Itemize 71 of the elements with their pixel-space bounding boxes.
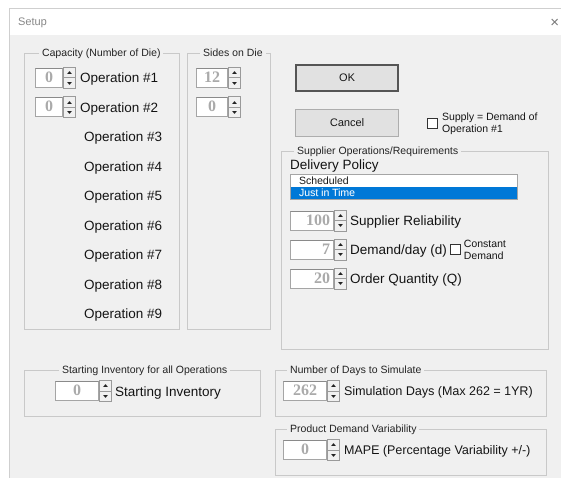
number-field[interactable]: 20	[290, 268, 334, 288]
spin-button[interactable]	[99, 380, 112, 402]
group-title: Starting Inventory for all Operations	[61, 364, 228, 376]
number-field[interactable]: 0	[283, 440, 327, 460]
group-title: Sides on Die	[202, 47, 264, 59]
operation-label: Operation #8	[84, 276, 162, 292]
list-item[interactable]: Just in Time	[291, 187, 517, 199]
field-label: Supplier Reliability	[350, 213, 462, 228]
field-label: Simulation Days (Max 262 = 1YR)	[344, 384, 533, 398]
number-field[interactable]: 0	[35, 68, 63, 88]
up-arrow-icon	[331, 443, 336, 446]
down-arrow-icon	[103, 394, 108, 398]
group-title: Number of Days to Simulate	[289, 364, 422, 376]
spin-button[interactable]	[63, 96, 76, 118]
number-field[interactable]: 7	[290, 240, 334, 260]
down-arrow-icon	[67, 82, 72, 84]
cancel-button[interactable]: Cancel	[295, 109, 399, 137]
number-field[interactable]: 12	[196, 68, 228, 88]
up-arrow-icon	[232, 100, 237, 104]
spin-button[interactable]	[327, 439, 340, 461]
down-arrow-icon	[338, 253, 343, 256]
up-arrow-icon	[338, 214, 343, 217]
operation-label: Operation #2	[80, 100, 158, 115]
group-title: Capacity (Number of Die)	[41, 47, 162, 59]
down-arrow-icon	[338, 282, 343, 286]
group-title: Product Demand Variability	[289, 423, 418, 435]
operation-label: Operation #1	[80, 70, 158, 86]
checkbox[interactable]	[450, 244, 461, 255]
close-button[interactable]: ×	[550, 14, 559, 30]
up-arrow-icon	[338, 242, 343, 246]
up-arrow-icon	[67, 71, 72, 74]
down-arrow-icon	[232, 111, 237, 114]
spin-button[interactable]	[228, 66, 241, 89]
operation-label: Operation #3	[84, 129, 162, 144]
number-field[interactable]: 262	[283, 381, 327, 401]
spin-button[interactable]	[228, 96, 241, 118]
operation-label: Operation #9	[84, 306, 162, 322]
checkbox[interactable]	[427, 118, 438, 128]
up-arrow-icon	[67, 100, 72, 104]
field-label: Order Quantity (Q)	[350, 271, 462, 286]
ok-button[interactable]: OK	[295, 64, 399, 92]
number-field[interactable]: 0	[35, 97, 63, 118]
spin-button[interactable]	[63, 66, 76, 89]
operation-label: Operation #7	[84, 247, 162, 262]
spin-button[interactable]	[334, 210, 347, 232]
down-arrow-icon	[331, 394, 336, 398]
operation-label: Operation #6	[84, 218, 162, 233]
field-label: MAPE (Percentage Variability +/-)	[344, 443, 530, 457]
spin-button[interactable]	[327, 380, 340, 402]
operation-label: Operation #5	[84, 188, 162, 204]
number-field[interactable]: 0	[55, 381, 99, 401]
delivery-policy-label: Delivery Policy	[290, 157, 380, 172]
down-arrow-icon	[338, 224, 343, 228]
number-field[interactable]: 100	[290, 210, 334, 230]
field-label: Demand/day (d)	[350, 242, 447, 257]
down-arrow-icon	[331, 454, 336, 457]
field-label: Starting Inventory	[115, 384, 221, 398]
down-arrow-icon	[67, 111, 72, 114]
window-title: Setup	[18, 16, 47, 28]
number-field[interactable]: 0	[196, 97, 228, 118]
up-arrow-icon	[331, 384, 336, 388]
up-arrow-icon	[338, 272, 343, 275]
up-arrow-icon	[232, 71, 237, 74]
checkbox-label: Supply = Demand of Operation #1	[442, 111, 538, 135]
operation-label: Operation #4	[84, 158, 162, 174]
spin-button[interactable]	[334, 238, 347, 260]
checkbox-label: Constant Demand	[464, 238, 507, 262]
up-arrow-icon	[103, 384, 108, 388]
spin-button[interactable]	[334, 268, 347, 290]
group-title: Supplier Operations/Requirements	[296, 145, 460, 157]
down-arrow-icon	[232, 82, 237, 84]
